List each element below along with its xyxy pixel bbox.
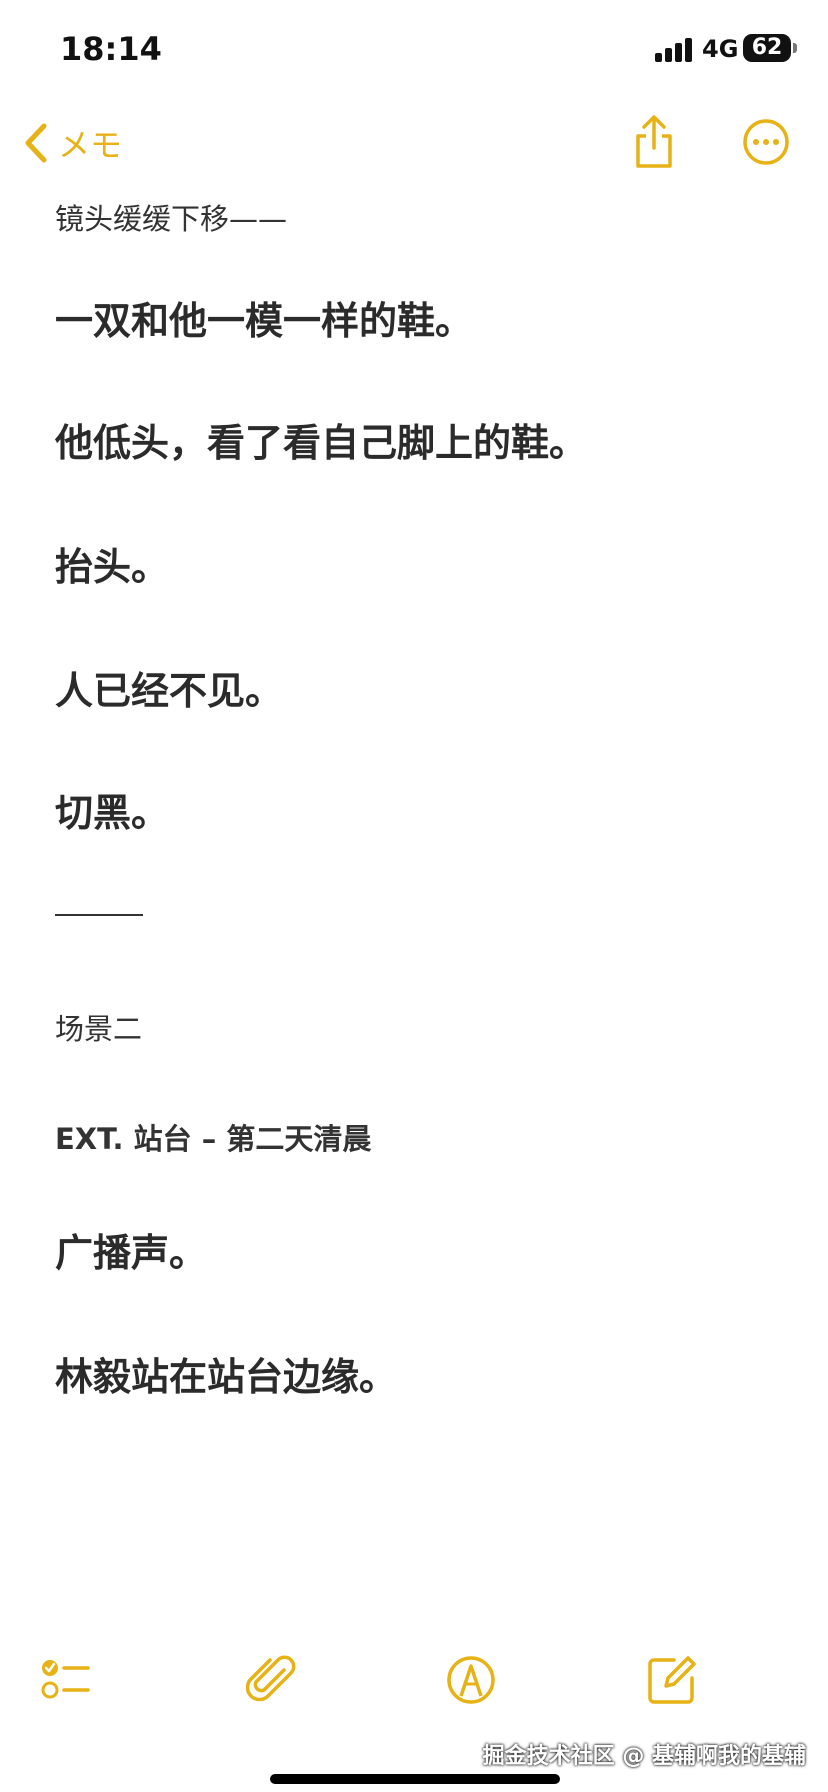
home-indicator[interactable]	[270, 1774, 560, 1784]
note-line: 镜头缓缓下移——	[55, 202, 288, 236]
ellipsis-circle-icon	[743, 119, 789, 165]
note-line: 切黑。	[55, 791, 170, 835]
note-line: 场景二	[55, 1012, 143, 1046]
navigation-bar: メモ	[0, 100, 828, 190]
note-line: 他低头，看了看自己脚上的鞋。	[55, 421, 588, 465]
back-label: メモ	[58, 126, 123, 164]
more-button[interactable]	[742, 118, 790, 166]
back-button[interactable]: メモ	[22, 118, 122, 168]
network-type: 4G	[702, 35, 739, 63]
share-button[interactable]	[632, 114, 676, 170]
compose-button[interactable]	[644, 1652, 700, 1708]
note-line: 人已经不见。	[55, 669, 284, 713]
note-line: 林毅站在站台边缘。	[55, 1355, 398, 1399]
note-line: 抬头。	[55, 545, 170, 589]
share-icon	[636, 115, 672, 168]
markup-button[interactable]	[443, 1652, 499, 1708]
chevron-left-icon	[25, 123, 47, 163]
cellular-signal-icon	[655, 38, 695, 62]
markup-pen-icon	[447, 1656, 495, 1704]
battery-icon: 62	[743, 34, 791, 62]
divider-line	[55, 914, 143, 916]
note-line: 广播声。	[55, 1231, 208, 1275]
status-time: 18:14	[60, 30, 162, 68]
note-line: 一双和他一模一样的鞋。	[55, 299, 474, 343]
watermark: 掘金技术社区 @ 基辅啊我的基辅	[482, 1744, 806, 1769]
attachment-button[interactable]	[244, 1652, 300, 1708]
checklist-button[interactable]	[40, 1652, 96, 1708]
status-bar: 18:14 4G 62	[0, 0, 828, 100]
checklist-icon	[41, 1660, 90, 1699]
bottom-toolbar	[0, 1638, 828, 1718]
compose-icon	[648, 1656, 696, 1704]
paperclip-icon	[245, 1655, 296, 1702]
battery-tip	[793, 43, 797, 53]
note-line: EXT. 站台 – 第二天清晨	[55, 1122, 372, 1156]
